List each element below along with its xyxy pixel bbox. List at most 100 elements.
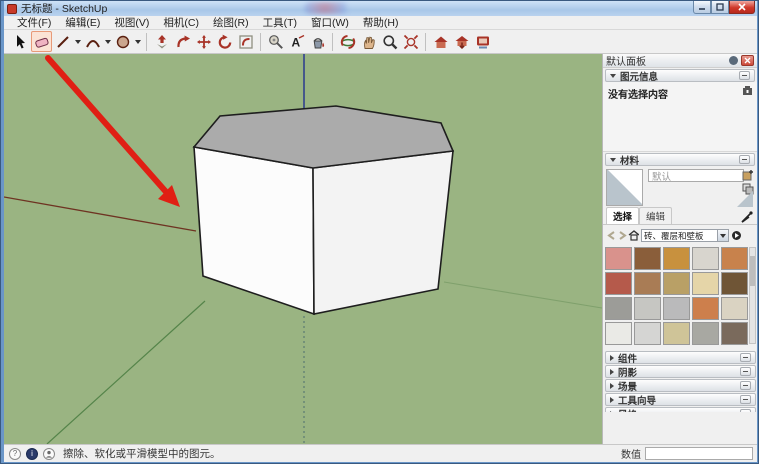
entity-info-rollup-button[interactable] [739, 71, 750, 80]
eraser-icon [34, 34, 50, 50]
paint-bucket-tool[interactable] [307, 31, 328, 52]
shape-tool-dropdown[interactable] [133, 31, 142, 52]
material-category-dropdown[interactable]: 砖、覆层和壁板 [641, 229, 729, 242]
menu-file[interactable]: 文件(F) [10, 16, 58, 29]
zoom-extents-tool[interactable] [400, 31, 421, 52]
material-swatch-12[interactable] [634, 297, 661, 320]
hexagonal-prism[interactable] [194, 106, 453, 314]
tray-close-button[interactable] [741, 55, 754, 66]
material-swatch-13[interactable] [663, 297, 690, 320]
arc-tool-dropdown[interactable] [103, 31, 112, 52]
pan-icon [361, 34, 377, 50]
instructor-rollup-button[interactable] [740, 395, 751, 404]
entity-info-header[interactable]: 图元信息 [605, 69, 755, 82]
menu-view[interactable]: 视图(V) [107, 16, 156, 29]
menu-edit[interactable]: 编辑(E) [58, 16, 107, 29]
arc-tool[interactable] [82, 31, 103, 52]
measurements-input[interactable] [645, 447, 753, 460]
section-scenes[interactable]: 场景 [605, 379, 756, 392]
tab-edit[interactable]: 编辑 [639, 207, 672, 224]
components-rollup-button[interactable] [740, 353, 751, 362]
section-instructor[interactable]: 工具向导 [605, 393, 756, 406]
material-swatch-19[interactable] [692, 322, 719, 345]
forward-arrow-icon[interactable] [617, 230, 628, 241]
material-swatch-2[interactable] [634, 247, 661, 270]
materials-rollup-button[interactable] [739, 155, 750, 164]
toolbar-separator [146, 33, 147, 51]
shadows-rollup-button[interactable] [740, 367, 751, 376]
maximize-button[interactable] [711, 1, 729, 14]
material-swatch-7[interactable] [634, 272, 661, 295]
create-material-icon[interactable] [742, 169, 754, 181]
orbit-tool[interactable] [337, 31, 358, 52]
shape-tool[interactable] [112, 31, 133, 52]
home-icon[interactable] [628, 230, 639, 241]
select-tool[interactable] [10, 31, 31, 52]
section-components[interactable]: 组件 [605, 351, 756, 364]
pan-tool[interactable] [358, 31, 379, 52]
entity-details-icon[interactable] [742, 85, 753, 99]
pin-icon[interactable] [729, 56, 738, 65]
tape-measure-tool[interactable] [265, 31, 286, 52]
material-name-field[interactable]: 默认 [648, 169, 744, 182]
material-swatch-14[interactable] [692, 297, 719, 320]
help-icon[interactable]: ? [9, 448, 21, 460]
material-swatch-20[interactable] [721, 322, 748, 345]
material-swatch-15[interactable] [721, 297, 748, 320]
material-swatch-18[interactable] [663, 322, 690, 345]
share-model-tool[interactable] [451, 31, 472, 52]
material-swatch-5[interactable] [721, 247, 748, 270]
material-preview [606, 169, 643, 206]
material-swatch-4[interactable] [692, 247, 719, 270]
zoom-tool[interactable] [379, 31, 400, 52]
measurements-label: 数值 [621, 446, 641, 461]
menu-help[interactable]: 帮助(H) [356, 16, 406, 29]
text-tool[interactable]: A [286, 31, 307, 52]
eyedropper-icon[interactable] [741, 211, 753, 226]
extension-warehouse-tool[interactable] [472, 31, 493, 52]
prism-front-right-face[interactable] [313, 151, 453, 314]
menu-window[interactable]: 窗口(W) [304, 16, 356, 29]
drawing-canvas[interactable] [4, 54, 602, 444]
close-button[interactable] [729, 1, 755, 14]
material-swatch-1[interactable] [605, 247, 632, 270]
material-swatch-6[interactable] [605, 272, 632, 295]
scenes-rollup-button[interactable] [740, 381, 751, 390]
offset-tool[interactable] [235, 31, 256, 52]
swatch-scrollbar[interactable] [749, 247, 756, 344]
eraser-tool[interactable] [31, 31, 52, 52]
back-arrow-icon[interactable] [606, 230, 617, 241]
material-swatch-17[interactable] [634, 322, 661, 345]
followme-tool[interactable] [172, 31, 193, 52]
move-tool[interactable] [193, 31, 214, 52]
info-icon[interactable]: i [26, 448, 38, 460]
material-swatch-11[interactable] [605, 297, 632, 320]
material-swatch-16[interactable] [605, 322, 632, 345]
minimize-button[interactable] [693, 1, 711, 14]
menu-camera[interactable]: 相机(C) [156, 16, 206, 29]
menu-draw[interactable]: 绘图(R) [206, 16, 256, 29]
section-shadows[interactable]: 阴影 [605, 365, 756, 378]
zoom-icon [382, 34, 398, 50]
shape-icon [115, 34, 131, 50]
materials-header[interactable]: 材料 [605, 153, 755, 166]
toolbar-separator [332, 33, 333, 51]
rotate-icon [217, 34, 233, 50]
toolbar: A [4, 30, 757, 54]
line-tool-dropdown[interactable] [73, 31, 82, 52]
menu-tools[interactable]: 工具(T) [256, 16, 304, 29]
tray-header: 默认面板 [603, 54, 757, 68]
material-swatch-8[interactable] [663, 272, 690, 295]
get-models-tool[interactable] [430, 31, 451, 52]
material-swatch-9[interactable] [692, 272, 719, 295]
material-swatch-10[interactable] [721, 272, 748, 295]
details-arrow-icon[interactable] [731, 230, 742, 241]
chevron-down-icon [135, 40, 141, 44]
tab-select[interactable]: 选择 [606, 207, 639, 224]
user-icon[interactable] [43, 448, 55, 460]
line-tool[interactable] [52, 31, 73, 52]
arc-icon [85, 34, 101, 50]
rotate-tool[interactable] [214, 31, 235, 52]
material-swatch-3[interactable] [663, 247, 690, 270]
pushpull-tool[interactable] [151, 31, 172, 52]
